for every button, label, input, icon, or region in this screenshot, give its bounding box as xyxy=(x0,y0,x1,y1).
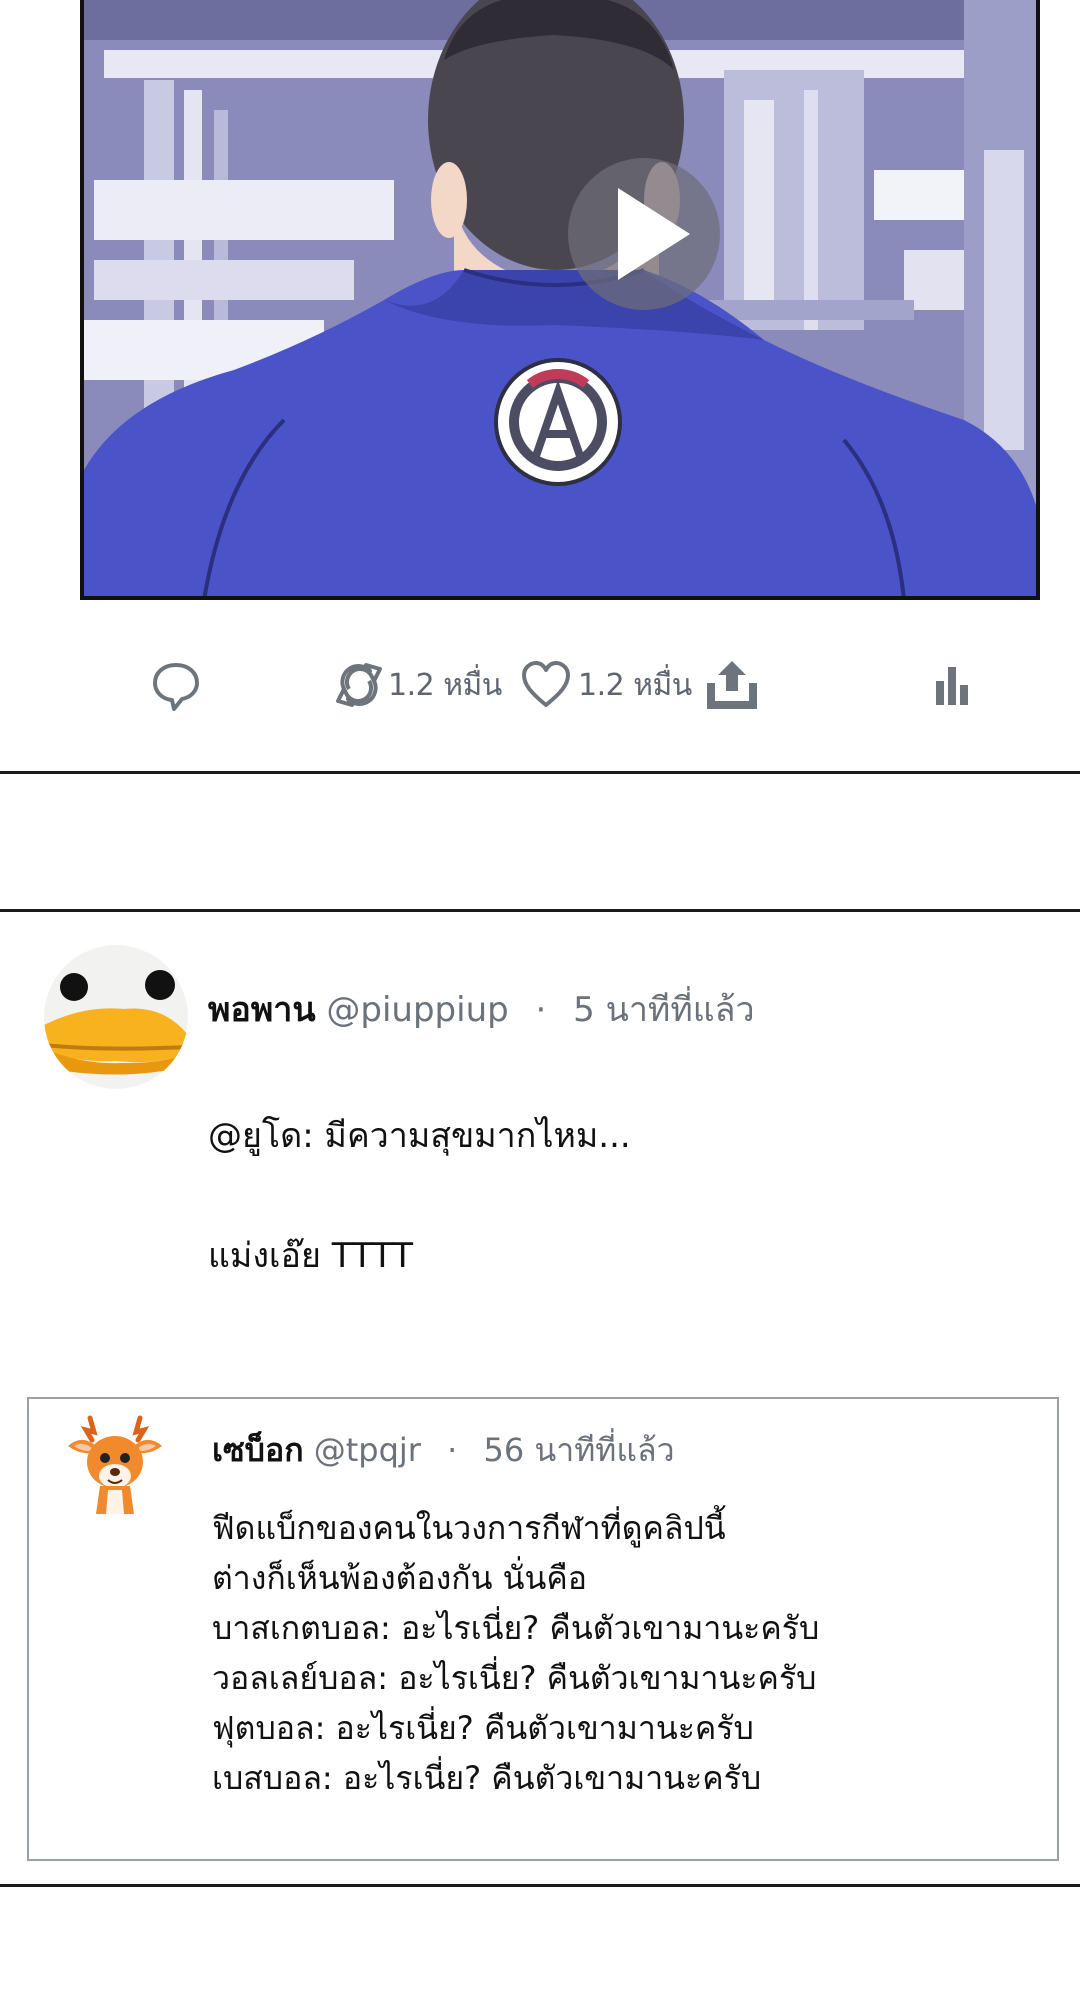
play-button[interactable] xyxy=(568,158,720,310)
heart-icon xyxy=(522,661,570,707)
user-handle[interactable]: @piuppiup xyxy=(326,990,508,1030)
share-icon xyxy=(707,661,757,709)
display-name[interactable]: พอพาน xyxy=(208,990,316,1030)
divider xyxy=(0,771,1080,774)
user-avatar[interactable] xyxy=(44,945,188,1089)
quoted-tweet-body: ฟีดแบ็กของคนในวงการกีฬาที่ดูคลิปนี้ ต่าง… xyxy=(212,1503,819,1803)
reply-button[interactable] xyxy=(150,655,202,715)
quoted-timestamp[interactable]: 56 นาทีที่แล้ว xyxy=(483,1431,674,1469)
video-thumbnail[interactable] xyxy=(80,0,1040,600)
tweet-text-line: @ยูโด: มีความสุขมากไหม... xyxy=(208,1116,631,1156)
analytics-icon xyxy=(936,667,968,705)
retweet-button[interactable]: 1.2 หมื่น xyxy=(336,655,502,715)
comment-icon xyxy=(153,663,199,711)
quoted-text-line: ฟีดแบ็กของคนในวงการกีฬาที่ดูคลิปนี้ xyxy=(212,1509,726,1547)
video-illustration xyxy=(84,0,1036,596)
like-button[interactable]: 1.2 หมื่น xyxy=(520,655,692,715)
quoted-text-line: ฟุตบอล: อะไรเนี่ย? คืนตัวเขามานะครับ xyxy=(212,1709,754,1747)
analytics-button[interactable] xyxy=(934,655,970,715)
quoted-text-line: บาสเกตบอล: อะไรเนี่ย? คืนตัวเขามานะครับ xyxy=(212,1609,820,1647)
quoted-display-name[interactable]: เซบ็อก xyxy=(212,1431,304,1469)
quoted-user-avatar[interactable] xyxy=(60,1410,170,1520)
timestamp[interactable]: 5 นาทีที่แล้ว xyxy=(573,990,754,1030)
share-button[interactable] xyxy=(704,655,760,715)
quoted-tweet-header: เซบ็อก @tpqjr · 56 นาทีที่แล้ว xyxy=(212,1425,675,1476)
quoted-user-handle[interactable]: @tpqjr xyxy=(314,1431,421,1469)
like-count: 1.2 หมื่น xyxy=(578,667,692,703)
tweet-header: พอพาน @piuppiup · 5 นาทีที่แล้ว xyxy=(208,982,755,1036)
deer-avatar xyxy=(68,1415,162,1514)
quoted-text-line: วอลเลย์บอล: อะไรเนี่ย? คืนตัวเขามานะครับ xyxy=(212,1659,817,1697)
tweet-text-line: แม่งเอ๊ย TTTT xyxy=(208,1236,413,1276)
separator: · xyxy=(447,1431,458,1469)
play-icon xyxy=(618,188,690,280)
retweet-count: 1.2 หมื่น xyxy=(388,667,502,703)
duck-avatar xyxy=(44,945,188,1089)
quoted-text-line: เบสบอล: อะไรเนี่ย? คืนตัวเขามานะครับ xyxy=(212,1759,762,1797)
divider xyxy=(0,909,1080,912)
separator: · xyxy=(535,990,547,1030)
divider xyxy=(0,1884,1080,1887)
quoted-text-line: ต่างก็เห็นพ้องต้องกัน นั่นคือ xyxy=(212,1559,588,1597)
retweet-icon xyxy=(336,663,382,707)
